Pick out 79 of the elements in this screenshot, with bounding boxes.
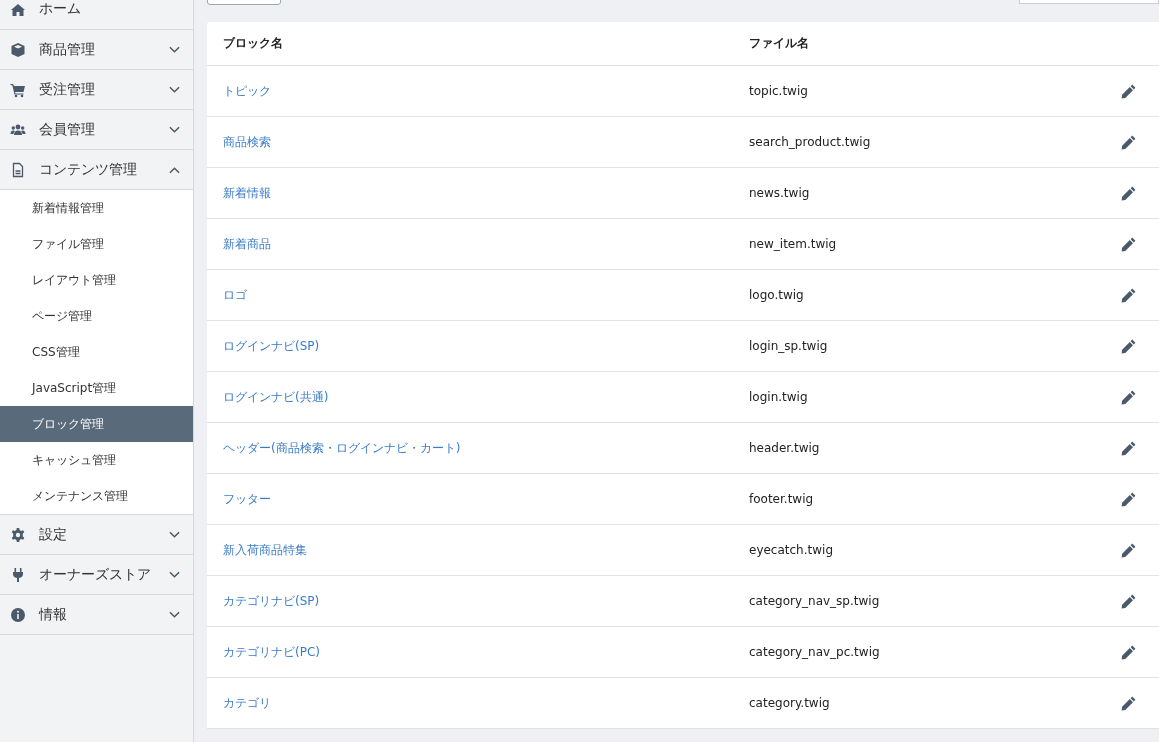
block-name-link[interactable]: ヘッダー(商品検索・ログインナビ・カート) bbox=[223, 440, 461, 455]
file-name-cell-text: category_nav_pc.twig bbox=[749, 645, 881, 659]
block-name-link[interactable]: ログインナビ(SP) bbox=[223, 338, 320, 353]
chevron-up-icon bbox=[169, 165, 180, 174]
block-name-link[interactable]: フッター bbox=[223, 491, 271, 506]
submenu-item[interactable]: CSS管理 bbox=[0, 334, 193, 370]
submenu-item[interactable]: 新着情報管理 bbox=[0, 190, 193, 226]
nav-item[interactable]: 情報 bbox=[0, 595, 193, 635]
chevron-down-icon bbox=[169, 45, 180, 54]
pencil-icon[interactable] bbox=[1120, 286, 1137, 304]
block-name-link[interactable]: トピック bbox=[223, 83, 271, 98]
submenu-item[interactable]: ファイル管理 bbox=[0, 226, 193, 262]
pencil-icon[interactable] bbox=[1120, 592, 1137, 610]
info-icon bbox=[10, 606, 26, 623]
pencil-icon[interactable] bbox=[1120, 388, 1137, 406]
submenu-item[interactable]: レイアウト管理 bbox=[0, 262, 193, 298]
cart-icon bbox=[10, 81, 26, 98]
pencil-icon[interactable] bbox=[1120, 541, 1137, 559]
pencil-icon[interactable] bbox=[1120, 82, 1137, 100]
submenu-item[interactable]: ブロック管理 bbox=[0, 406, 193, 442]
pencil-icon[interactable] bbox=[1120, 133, 1137, 151]
submenu-item[interactable]: ページ管理 bbox=[0, 298, 193, 334]
nav-item[interactable]: ホーム bbox=[0, 0, 193, 30]
block-name-link[interactable]: 新入荷商品特集 bbox=[223, 542, 307, 557]
file-name-cell-text: search_product.twig bbox=[749, 135, 872, 149]
nav-item[interactable]: 会員管理 bbox=[0, 110, 193, 150]
file-name-cell-text: new_item.twig bbox=[749, 237, 838, 251]
pencil-icon[interactable] bbox=[1120, 490, 1137, 508]
nav-label: 商品管理 bbox=[39, 40, 96, 59]
file-name-cell-text: logo.twig bbox=[749, 288, 805, 302]
file-name-cell-text: footer.twig bbox=[749, 492, 815, 506]
file-name-cell-text: login_sp.twig bbox=[749, 339, 829, 353]
block-name-link[interactable]: ログインナビ(共通) bbox=[223, 389, 329, 404]
block-name-link[interactable]: カテゴリナビ(SP) bbox=[223, 593, 320, 608]
pencil-icon[interactable] bbox=[1120, 184, 1137, 202]
file-name-cell-text: category.twig bbox=[749, 696, 831, 710]
column-header: ファイル名 bbox=[749, 35, 810, 52]
file-name-cell-text: header.twig bbox=[749, 441, 821, 455]
file-name-cell-text: eyecatch.twig bbox=[749, 543, 834, 557]
file-icon bbox=[10, 161, 26, 178]
pencil-icon[interactable] bbox=[1120, 694, 1137, 712]
nav-item[interactable]: 商品管理 bbox=[0, 30, 193, 70]
nav-label: オーナーズストア bbox=[39, 565, 152, 584]
nav-item[interactable]: 設定 bbox=[0, 515, 193, 555]
pencil-icon[interactable] bbox=[1120, 337, 1137, 355]
pencil-icon[interactable] bbox=[1120, 439, 1137, 457]
block-name-link[interactable]: ロゴ bbox=[223, 287, 247, 302]
block-name-link[interactable]: 商品検索 bbox=[223, 134, 271, 149]
nav-label: 情報 bbox=[39, 605, 68, 624]
nav-item[interactable]: 受注管理 bbox=[0, 70, 193, 110]
chevron-down-icon bbox=[169, 610, 180, 619]
box-icon bbox=[10, 41, 26, 58]
file-name-cell-text: news.twig bbox=[749, 186, 811, 200]
pencil-icon[interactable] bbox=[1120, 235, 1137, 253]
file-name-cell-text: category_nav_sp.twig bbox=[749, 594, 881, 608]
gear-icon bbox=[10, 526, 26, 543]
chevron-down-icon bbox=[169, 85, 180, 94]
nav-label: 設定 bbox=[39, 525, 68, 544]
plug-icon bbox=[10, 566, 26, 583]
file-name-cell-text: login.twig bbox=[749, 390, 809, 404]
nav-label: ホーム bbox=[39, 0, 82, 18]
nav-label: コンテンツ管理 bbox=[39, 160, 138, 179]
chevron-down-icon bbox=[169, 125, 180, 134]
block-name-link[interactable]: カテゴリ bbox=[223, 695, 271, 710]
block-name-link[interactable]: 新着商品 bbox=[223, 236, 271, 251]
block-name-link[interactable]: カテゴリナビ(PC) bbox=[223, 644, 320, 659]
nav-label: 受注管理 bbox=[39, 80, 96, 99]
home-icon bbox=[10, 2, 26, 18]
submenu-item[interactable]: メンテナンス管理 bbox=[0, 478, 193, 514]
column-header: ブロック名 bbox=[223, 35, 284, 52]
chevron-down-icon bbox=[169, 530, 180, 539]
nav-label: 会員管理 bbox=[39, 120, 96, 139]
file-name-cell-text: topic.twig bbox=[749, 84, 809, 98]
submenu-item[interactable]: JavaScript管理 bbox=[0, 370, 193, 406]
block-name-link[interactable]: 新着情報 bbox=[223, 185, 271, 200]
chevron-down-icon bbox=[169, 570, 180, 579]
pencil-icon[interactable] bbox=[1120, 643, 1137, 661]
submenu-item[interactable]: キャッシュ管理 bbox=[0, 442, 193, 478]
nav-item[interactable]: オーナーズストア bbox=[0, 555, 193, 595]
